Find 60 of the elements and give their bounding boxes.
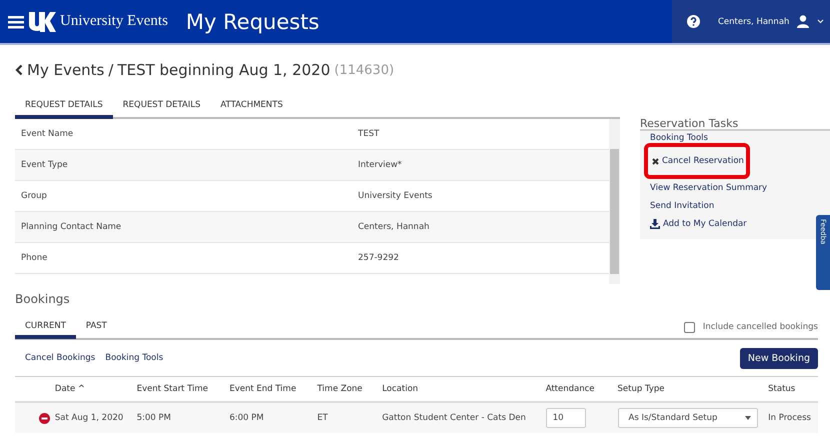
detail-label: Phone [21, 253, 48, 263]
task-link[interactable]: Add to My Calendar [650, 215, 747, 233]
table-cell-text: 6:00 PM [229, 413, 265, 423]
column-header[interactable]: Attendance [546, 384, 618, 394]
brand-name: University Events [60, 13, 168, 30]
attendance-field[interactable]: 10 [546, 408, 586, 428]
column-header[interactable]: Date ^ [54, 384, 137, 394]
back-icon[interactable] [15, 64, 23, 76]
tab[interactable]: CURRENT [15, 317, 76, 339]
detail-value: University Events [358, 191, 432, 201]
tab[interactable]: PAST [76, 317, 117, 339]
tab[interactable]: ATTACHMENTS [210, 95, 293, 119]
column-header[interactable]: Status [768, 384, 818, 394]
page-title: My Requests [186, 10, 320, 34]
logo-icon [28, 10, 56, 32]
task-heading: Booking Tools [650, 135, 708, 143]
scrollbar[interactable] [609, 119, 620, 284]
setup-type-dropdown[interactable]: As Is/Standard Setup [618, 408, 758, 428]
table-cell-text: Sat Aug 1, 2020 [54, 413, 124, 423]
detail-value: TEST [358, 129, 380, 139]
table-cell-text: ET [317, 413, 329, 423]
column-header[interactable]: Event Start Time [136, 384, 230, 394]
section-title: Bookings [15, 292, 71, 308]
download-icon [650, 219, 660, 229]
column-header[interactable]: Time Zone [317, 384, 382, 394]
user-icon[interactable] [797, 15, 810, 28]
detail-value: 257-9292 [358, 253, 399, 263]
breadcrumb-separator: / [108, 61, 114, 79]
new-booking-button[interactable]: New Booking [740, 348, 818, 368]
detail-label: Event Name [21, 129, 74, 139]
task-link[interactable]: View Reservation Summary [650, 179, 768, 197]
chevron-down-icon[interactable] [817, 19, 824, 24]
detail-value: Interview* [358, 160, 402, 170]
caret-icon [744, 416, 751, 420]
detail-label: Group [21, 191, 48, 201]
table-cell-text: In Process [768, 413, 812, 423]
checkbox-label: Include cancelled bookings [702, 322, 818, 332]
column-header[interactable]: Location [382, 384, 546, 394]
toolbar-link[interactable]: Cancel Bookings [25, 353, 96, 363]
checkbox[interactable] [684, 322, 695, 332]
cancel-reservation-link[interactable]: Cancel Reservation [644, 143, 750, 179]
tab[interactable]: REQUEST DETAILS [15, 95, 113, 119]
table-cell-text: Gatton Student Center - Cats Den [382, 413, 527, 423]
table-cell-text: 5:00 PM [136, 413, 172, 423]
detail-label: Planning Contact Name [21, 222, 122, 232]
event-id: (114630) [334, 62, 394, 78]
user-name[interactable]: Centers, Hannah [718, 16, 790, 26]
event-title: TEST beginning Aug 1, 2020 [117, 61, 330, 79]
breadcrumb-link[interactable]: My Events [27, 61, 104, 79]
toolbar-link[interactable]: Booking Tools [105, 353, 164, 363]
task-link[interactable]: Send Invitation [650, 197, 714, 215]
help-icon[interactable] [687, 15, 700, 28]
remove-icon[interactable] [39, 412, 50, 424]
detail-label: Event Type [21, 160, 69, 170]
column-header[interactable]: Setup Type [618, 384, 768, 394]
tab[interactable]: REQUEST DETAILS [112, 95, 210, 119]
detail-value: Centers, Hannah [358, 222, 430, 232]
close-icon [652, 158, 659, 164]
menu-icon[interactable] [8, 14, 24, 28]
column-header[interactable]: Event End Time [229, 384, 318, 394]
